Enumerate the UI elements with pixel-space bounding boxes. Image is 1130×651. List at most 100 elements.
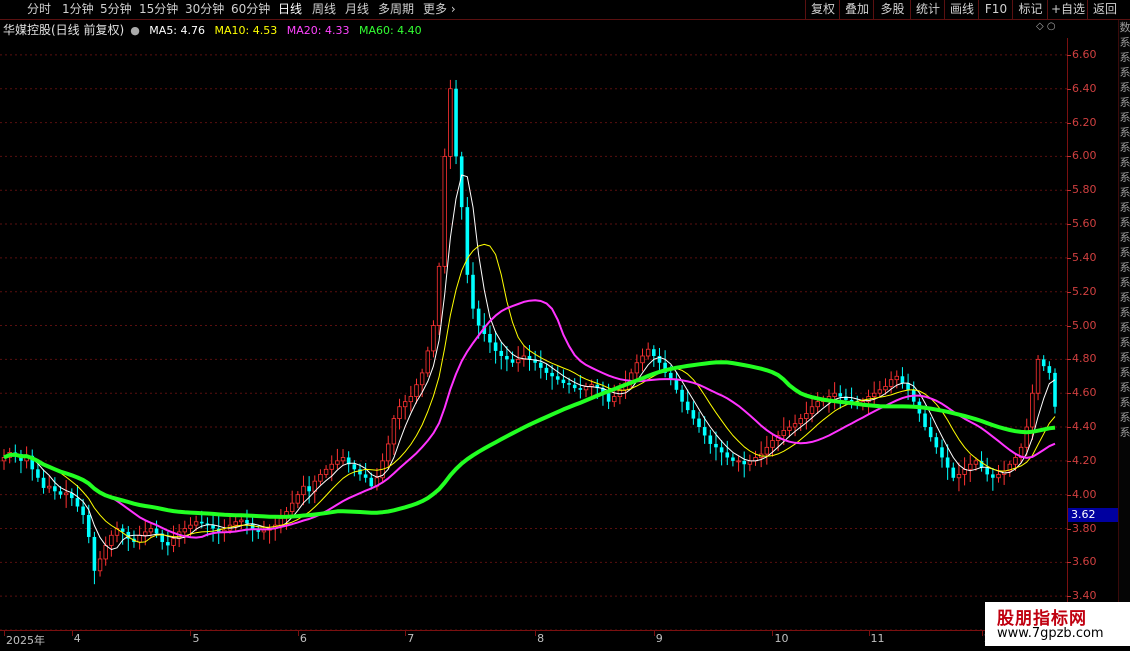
period-tab-0[interactable]: 分时 <box>27 1 51 17</box>
candle-body <box>442 156 447 267</box>
candle-body <box>928 427 933 438</box>
price-tick-mark <box>1067 156 1071 158</box>
price-tick-mark <box>1067 460 1071 462</box>
candle-body <box>81 506 85 515</box>
side-panel-char: 系 <box>1119 186 1130 199</box>
toolbar-button-1[interactable]: 叠加 <box>839 0 874 19</box>
candle <box>182 520 188 544</box>
price-tick-mark <box>1067 257 1071 259</box>
kline-chart[interactable] <box>0 38 1067 630</box>
circle-icon[interactable]: ○ <box>1047 21 1056 32</box>
candle-body <box>1030 392 1035 428</box>
side-panel-char: 系 <box>1119 306 1130 319</box>
candle <box>222 519 227 542</box>
date-tick-label: 5 <box>192 632 200 645</box>
toolbar-button-4[interactable]: 画线 <box>944 0 979 19</box>
candle-body <box>137 534 142 543</box>
candle-body <box>510 359 515 363</box>
side-panel-char: 系 <box>1119 261 1130 274</box>
price-tick-mark <box>1067 291 1071 293</box>
candle-body <box>233 521 238 526</box>
candle <box>448 79 453 169</box>
price-tick-label: 4.00 <box>1072 487 1097 501</box>
period-tab-3[interactable]: 15分钟 <box>139 1 178 17</box>
side-panel-char: 系 <box>1119 111 1130 124</box>
date-tick-mark <box>405 631 407 636</box>
price-tick-mark <box>1067 562 1071 564</box>
price-tick-label: 5.40 <box>1072 250 1097 264</box>
candle-body <box>555 376 560 380</box>
candle <box>109 530 114 557</box>
chart-legend: 华媒控股(日线 前复权) ● MA5: 4.76 MA10: 4.53 MA20:… <box>3 21 428 37</box>
toolbar-button-6[interactable]: 标记 <box>1012 0 1048 19</box>
candle-body <box>307 486 311 492</box>
side-panel-char: 系 <box>1119 96 1130 109</box>
candle <box>211 513 215 542</box>
toolbar-button-5[interactable]: F10 <box>978 0 1013 19</box>
candle-body <box>476 308 481 326</box>
period-tab-8[interactable]: 月线 <box>345 1 369 17</box>
candle <box>312 475 317 504</box>
side-panel-char: 系 <box>1119 336 1130 349</box>
period-tab-4[interactable]: 30分钟 <box>185 1 224 17</box>
candle-body <box>940 447 944 458</box>
side-panel-char: 系 <box>1119 321 1130 334</box>
diamond-icon[interactable]: ◇ <box>1036 21 1044 32</box>
toolbar-button-8[interactable]: 返回 <box>1087 0 1122 19</box>
candle-body <box>47 485 52 489</box>
candle-body <box>923 413 927 428</box>
candle <box>465 197 470 284</box>
candle-body <box>86 514 91 537</box>
period-tab-7[interactable]: 周线 <box>312 1 336 17</box>
candle <box>934 432 939 454</box>
side-panel-char: 系 <box>1119 36 1130 49</box>
candle <box>352 460 357 477</box>
period-tab-5[interactable]: 60分钟 <box>231 1 270 17</box>
candle <box>674 372 679 394</box>
candle-body <box>968 463 973 470</box>
candle <box>30 449 35 481</box>
candle <box>544 363 549 381</box>
price-tick-label: 6.00 <box>1072 149 1097 163</box>
candle-body <box>572 384 577 389</box>
toolbar-button-3[interactable]: 统计 <box>910 0 945 19</box>
candle <box>459 151 464 220</box>
right-side-panel: 数系系系系系系系系系系系系系系系系系系系系系系系系系系系 <box>1118 20 1130 630</box>
ma-toggle-icon[interactable]: ● <box>130 24 140 37</box>
candle <box>578 375 583 399</box>
candle-body <box>245 520 249 524</box>
candle-body <box>499 350 504 356</box>
candle-body <box>295 494 301 504</box>
period-tab-1[interactable]: 1分钟 <box>62 1 94 17</box>
candle <box>561 369 566 389</box>
candle <box>63 480 69 508</box>
period-tab-9[interactable]: 多周期 <box>378 1 414 17</box>
watermark-url: www.7gpzb.com <box>997 626 1104 641</box>
candle <box>493 331 498 364</box>
candle <box>171 525 176 553</box>
side-panel-char: 系 <box>1119 126 1130 139</box>
candle-body <box>1047 366 1052 373</box>
period-tab-2[interactable]: 5分钟 <box>100 1 132 17</box>
toolbar-button-7[interactable]: +自选 <box>1047 0 1088 19</box>
candle-body <box>58 491 63 495</box>
candle-body <box>103 545 108 560</box>
toolbar-button-0[interactable]: 复权 <box>805 0 840 19</box>
candle <box>92 531 97 585</box>
side-panel-char: 系 <box>1119 246 1130 259</box>
candle-body <box>725 452 730 458</box>
candle <box>900 367 905 389</box>
candle <box>363 462 368 483</box>
date-tick-mark <box>190 631 192 636</box>
stock-title: 华媒控股(日线 前复权) <box>3 23 125 37</box>
price-tick-label: 5.60 <box>1072 217 1097 231</box>
period-tab-6[interactable]: 日线 <box>278 1 302 17</box>
period-tab-10[interactable]: 更多 › <box>423 1 456 17</box>
side-panel-char: 系 <box>1119 66 1130 79</box>
candle <box>431 320 436 358</box>
toolbar-button-2[interactable]: 多股 <box>873 0 911 19</box>
candle-body <box>877 389 883 394</box>
candle <box>488 325 492 353</box>
candle-body <box>471 274 475 309</box>
candle <box>719 440 724 466</box>
